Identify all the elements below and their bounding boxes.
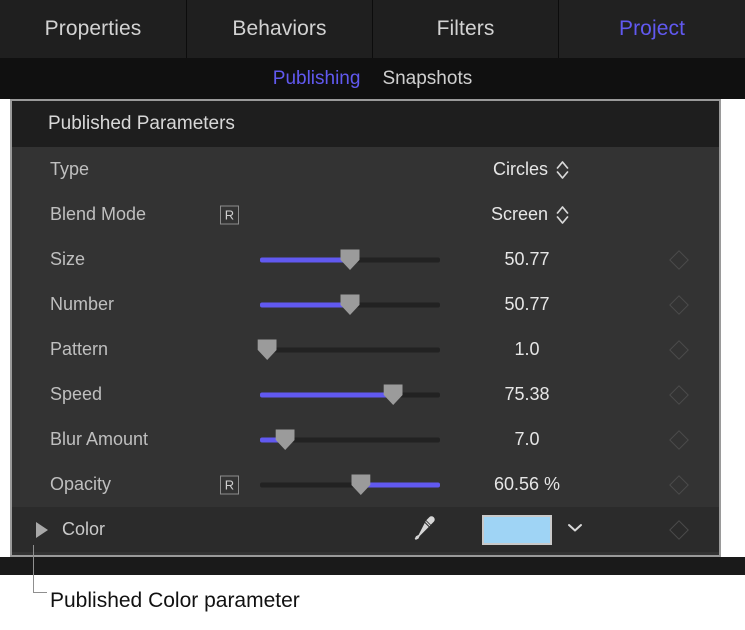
param-row-pattern[interactable]: Pattern 1.0 [12,327,719,372]
slider-number[interactable] [260,294,440,316]
subtab-publishing[interactable]: Publishing [273,68,361,90]
keyframe-diamond-icon[interactable] [669,340,689,360]
slider-knob[interactable] [276,429,295,450]
tab-project-label: Project [619,17,685,41]
slider-speed[interactable] [260,384,440,406]
slider-pattern[interactable] [260,339,440,361]
slider-fill [260,302,350,307]
param-row-blur-amount[interactable]: Blur Amount 7.0 [12,417,719,462]
param-row-size[interactable]: Size 50.77 [12,237,719,282]
param-value[interactable]: 50.77 [467,249,587,270]
tab-behaviors-label: Behaviors [232,17,326,41]
param-row-opacity[interactable]: Opacity R 60.56 % [12,462,719,507]
slider-size[interactable] [260,249,440,271]
slider-fill [260,392,393,397]
stepper-updown-icon[interactable] [556,206,569,224]
slider-knob[interactable] [341,294,360,315]
slider-knob[interactable] [351,474,370,495]
param-label: Type [50,159,89,180]
slider-track[interactable] [260,347,440,352]
disclosure-triangle-icon[interactable] [36,522,48,538]
tab-filters[interactable]: Filters [373,0,559,58]
color-swatch[interactable] [482,515,552,545]
stepper-updown-icon[interactable] [556,161,569,179]
popup-menu-type[interactable]: Circles [412,159,587,180]
param-row-speed[interactable]: Speed 75.38 [12,372,719,417]
param-label: Color [62,519,105,540]
window-bottom-strip [0,557,745,575]
callout-label: Published Color parameter [50,589,300,613]
slider-knob[interactable] [258,339,277,360]
param-value-number: 50.77 [504,249,549,269]
rig-badge-icon[interactable]: R [220,205,239,224]
param-value[interactable]: 1.0 [467,339,587,360]
popup-menu-blend-mode[interactable]: Screen [412,204,587,225]
param-value-number: 1.0 [514,339,539,359]
callout-leader-line [33,545,34,593]
subtab-snapshots[interactable]: Snapshots [382,68,472,90]
tab-project[interactable]: Project [559,0,745,58]
param-value[interactable]: 75.38 [467,384,587,405]
published-parameters-panel: Published Parameters Type Circles Blend … [10,99,721,557]
param-value-number: 50.77 [504,294,549,314]
param-label: Size [50,249,85,270]
tab-properties-label: Properties [45,17,142,41]
param-label: Opacity [50,474,111,495]
slider-knob[interactable] [384,384,403,405]
param-label: Pattern [50,339,108,360]
keyframe-diamond-icon[interactable] [669,250,689,270]
chevron-down-icon[interactable] [565,520,585,539]
param-row-number[interactable]: Number 50.77 [12,282,719,327]
inspector-tab-bar: Properties Behaviors Filters Project [0,0,745,58]
param-label: Blur Amount [50,429,148,450]
slider-blur-amount[interactable] [260,429,440,451]
param-value-number: 75.38 [504,384,549,404]
param-value-unit: % [544,474,560,494]
popup-value: Screen [491,204,548,225]
project-subtab-bar: Publishing Snapshots [0,58,745,99]
keyframe-diamond-icon[interactable] [669,295,689,315]
param-value[interactable]: 7.0 [467,429,587,450]
param-row-color[interactable]: Color [12,507,719,552]
parameter-rows: Type Circles Blend Mode R Screen [12,147,719,552]
param-row-type[interactable]: Type Circles [12,147,719,192]
tab-filters-label: Filters [437,17,495,41]
eyedropper-icon[interactable] [408,512,438,547]
panel-header: Published Parameters [12,101,719,147]
tab-properties[interactable]: Properties [0,0,187,58]
param-row-blend-mode[interactable]: Blend Mode R Screen [12,192,719,237]
slider-opacity[interactable] [260,474,440,496]
param-value[interactable]: 50.77 [467,294,587,315]
slider-fill [260,257,350,262]
param-value-number: 7.0 [514,429,539,449]
param-label: Number [50,294,114,315]
popup-value: Circles [493,159,548,180]
slider-knob[interactable] [341,249,360,270]
param-value-number: 60.56 [494,474,539,494]
keyframe-diamond-icon[interactable] [669,430,689,450]
keyframe-diamond-icon[interactable] [669,475,689,495]
keyframe-diamond-icon[interactable] [669,385,689,405]
param-value[interactable]: 60.56 % [467,474,587,495]
param-label: Blend Mode [50,204,146,225]
tab-behaviors[interactable]: Behaviors [187,0,373,58]
param-label: Speed [50,384,102,405]
panel-header-label: Published Parameters [48,113,235,135]
slider-fill [361,482,440,487]
keyframe-diamond-icon[interactable] [669,520,689,540]
rig-badge-icon[interactable]: R [220,475,239,494]
motion-inspector-screenshot: Properties Behaviors Filters Project Pub… [0,0,745,630]
